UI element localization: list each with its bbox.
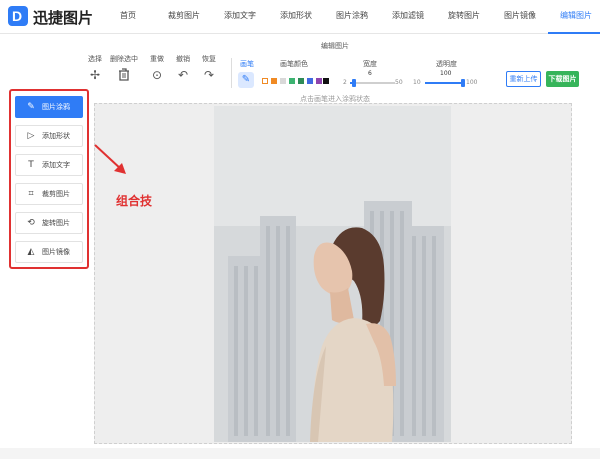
move-icon: ✢ (89, 68, 101, 82)
swatch-gray[interactable] (280, 78, 286, 84)
rotate-icon: ⟲ (27, 218, 35, 228)
delete-selected-tool[interactable]: 删除选中 (108, 54, 140, 82)
opacity-min: 10 (413, 79, 421, 86)
undo-tool[interactable]: 撤销 ↶ (169, 54, 197, 82)
width-value: 6 (368, 70, 372, 77)
nav-doodle[interactable]: 图片涂鸦 (324, 0, 380, 34)
app-brand[interactable]: 迅捷图片 (33, 7, 93, 28)
swatch-white[interactable] (262, 78, 268, 84)
redo-tool-label: 重做 (150, 55, 164, 63)
annotation-label: 组合技 (116, 194, 153, 208)
restore-tool-label: 恢复 (202, 55, 216, 63)
brush-color-label: 画笔颜色 (280, 60, 308, 68)
restore-tool[interactable]: 恢复 ↷ (195, 54, 223, 82)
side-mirror-label: 图片镜像 (42, 248, 70, 256)
annotation-arrow-icon (94, 144, 126, 174)
crop-icon: ⌗ (28, 189, 34, 199)
opacity-label: 透明度 (436, 60, 457, 68)
edited-photo[interactable] (214, 106, 451, 442)
width-label: 宽度 (363, 60, 377, 68)
brush-label: 画笔 (240, 60, 254, 68)
opacity-max: 100 (466, 79, 478, 86)
redo-icon: ↷ (203, 68, 215, 82)
trash-icon (117, 68, 131, 82)
selected-color-swatch[interactable] (323, 78, 329, 84)
delete-tool-label: 删除选中 (110, 55, 138, 63)
width-max: 50 (395, 79, 403, 86)
logo-glyph: D (12, 8, 23, 24)
undo-icon: ↶ (177, 68, 189, 82)
side-crop-label: 裁剪图片 (42, 190, 70, 198)
shape-icon: ▷ (27, 131, 35, 141)
width-slider[interactable] (350, 79, 395, 87)
nav-rotate[interactable]: 旋转图片 (436, 0, 492, 34)
nav-crop[interactable]: 裁剪图片 (156, 0, 212, 34)
side-crop-button[interactable]: ⌗ 裁剪图片 (15, 183, 83, 205)
side-rotate-button[interactable]: ⟲ 旋转图片 (15, 212, 83, 234)
mirror-icon: ◭ (27, 247, 35, 257)
nav-filter[interactable]: 添加滤镜 (380, 0, 436, 34)
side-mirror-button[interactable]: ◭ 图片镜像 (15, 241, 83, 263)
swatch-purple[interactable] (316, 78, 322, 84)
reupload-button[interactable]: 重新上传 (506, 71, 541, 87)
target-icon: ⊙ (151, 68, 163, 82)
width-min: 2 (343, 79, 347, 86)
app-logo-icon[interactable]: D (8, 6, 28, 26)
nav-mirror[interactable]: 图片镜像 (492, 0, 548, 34)
side-text-button[interactable]: T 添加文字 (15, 154, 83, 176)
opacity-slider-thumb[interactable] (461, 79, 465, 87)
nav-edit[interactable]: 编辑图片 (548, 0, 600, 34)
opacity-slider-fill (425, 82, 465, 84)
select-tool-label: 选择 (88, 55, 102, 63)
main-nav: 首页 裁剪图片 添加文字 添加形状 图片涂鸦 添加滤镜 旋转图片 图片镜像 编辑… (100, 0, 600, 34)
swatch-blue[interactable] (307, 78, 313, 84)
nav-add-text[interactable]: 添加文字 (212, 0, 268, 34)
toolbar-title: 编辑图片 (321, 42, 349, 50)
canvas-hint: 点击画笔进入涂鸦状态 (300, 95, 370, 103)
toolbar-divider (231, 58, 232, 88)
select-tool[interactable]: 选择 ✢ (81, 54, 109, 82)
side-shape-label: 添加形状 (42, 132, 70, 140)
bottom-strip (0, 448, 600, 459)
download-button[interactable]: 下载图片 (546, 71, 579, 87)
swatch-orange[interactable] (271, 78, 277, 84)
color-swatches (262, 78, 322, 84)
nav-add-shape[interactable]: 添加形状 (268, 0, 324, 34)
brush-icon[interactable]: ✎ (238, 72, 254, 88)
side-tools-highlight: ✎ 图片涂鸦 ▷ 添加形状 T 添加文字 ⌗ 裁剪图片 ⟲ 旋转图片 ◭ 图片镜… (9, 89, 89, 269)
opacity-slider[interactable] (425, 79, 465, 87)
side-text-label: 添加文字 (42, 161, 70, 169)
undo-tool-label: 撤销 (176, 55, 190, 63)
swatch-green[interactable] (289, 78, 295, 84)
nav-home[interactable]: 首页 (100, 0, 156, 34)
swatch-dark-green[interactable] (298, 78, 304, 84)
opacity-value: 100 (440, 70, 452, 77)
top-nav-bar: D 迅捷图片 首页 裁剪图片 添加文字 添加形状 图片涂鸦 添加滤镜 旋转图片 … (0, 0, 600, 34)
text-icon: T (28, 160, 34, 170)
width-slider-thumb[interactable] (351, 79, 356, 87)
side-shape-button[interactable]: ▷ 添加形状 (15, 125, 83, 147)
side-rotate-label: 旋转图片 (42, 219, 70, 227)
redo-tool[interactable]: 重做 ⊙ (143, 54, 171, 82)
